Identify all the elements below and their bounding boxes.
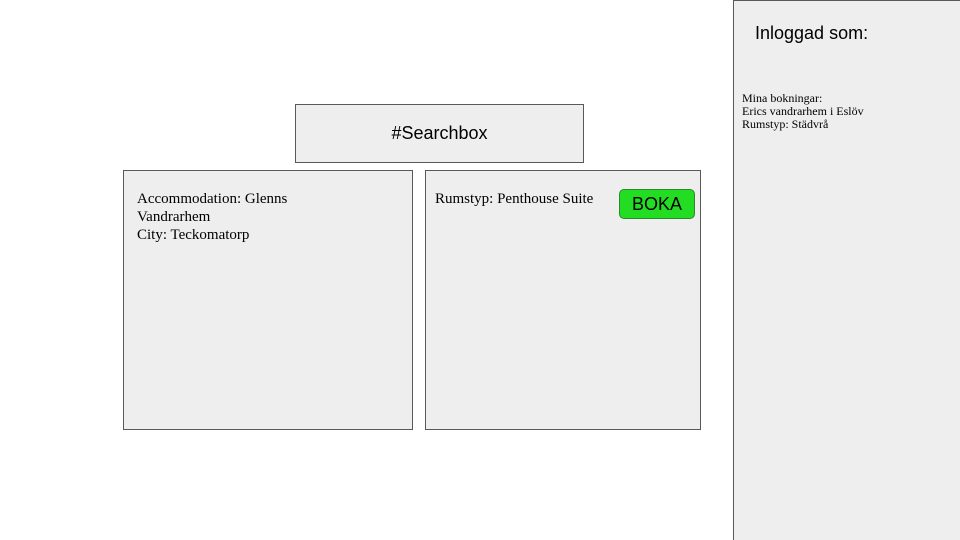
logged-in-label: Inloggad som: xyxy=(755,23,869,43)
booking-room-type: Rumstyp: Städvrå xyxy=(742,117,829,131)
room-card: Rumstyp: Penthouse Suite BOKA xyxy=(425,170,701,430)
my-bookings: Mina bokningar: Erics vandrarhem i Eslöv… xyxy=(742,92,864,131)
book-button-label: BOKA xyxy=(631,193,683,214)
accommodation-name-line2: Vandrarhem xyxy=(137,209,211,225)
user-sidebar: Inloggad som: Mina bokningar: Erics vand… xyxy=(733,0,960,540)
book-button[interactable]: BOKA xyxy=(619,189,695,219)
accommodation-name-line1: Accommodation: Glenns xyxy=(137,191,288,207)
accommodation-info: Accommodation: Glenns Vandrarhem City: T… xyxy=(137,190,337,244)
page: #Searchbox Accommodation: Glenns Vandrar… xyxy=(0,0,960,540)
accommodation-city: City: Teckomatorp xyxy=(137,227,250,243)
search-box[interactable]: #Searchbox xyxy=(295,104,584,163)
search-box-label: #Searchbox xyxy=(391,123,488,143)
accommodation-card[interactable]: Accommodation: Glenns Vandrarhem City: T… xyxy=(123,170,413,430)
room-type-label: Rumstyp: Penthouse Suite xyxy=(435,191,594,207)
